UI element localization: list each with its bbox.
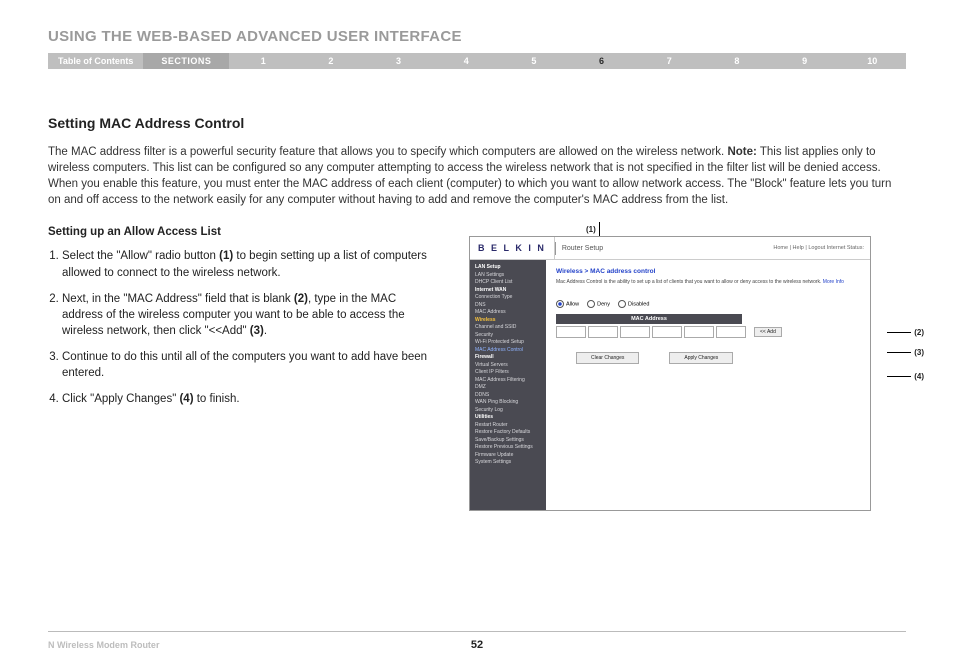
steps-column: Setting up an Allow Access List Select t… — [48, 226, 440, 511]
nav-7[interactable]: 7 — [635, 53, 703, 69]
shot-sidebar: LAN Setup LAN Settings DHCP Client List … — [470, 260, 546, 510]
shot-radio-disabled[interactable]: Disabled — [618, 300, 649, 308]
nav-toc[interactable]: Table of Contents — [48, 53, 143, 69]
shot-mac-cell[interactable] — [652, 326, 682, 338]
page-footer: N Wireless Modem Router 52 — [48, 631, 906, 650]
shot-clear-button[interactable]: Clear Changes — [576, 352, 639, 364]
callout-3: (3) — [887, 348, 924, 357]
intro-paragraph: The MAC address filter is a powerful sec… — [48, 145, 906, 208]
footer-page-number: 52 — [471, 639, 483, 651]
nav-sections-label: SECTIONS — [143, 53, 229, 69]
nav-10[interactable]: 10 — [838, 53, 906, 69]
router-screenshot: B E L K I N Router Setup Home | Help | L… — [469, 236, 871, 511]
intro-note-label: Note: — [727, 146, 756, 158]
shot-main: Wireless > MAC address control Mac Addre… — [546, 260, 870, 510]
callout-1: (1) — [586, 222, 600, 236]
step-3: Continue to do this until all of the com… — [62, 349, 440, 381]
nav-4[interactable]: 4 — [432, 53, 500, 69]
nav-3[interactable]: 3 — [365, 53, 433, 69]
section-nav: Table of Contents SECTIONS 1 2 3 4 5 6 7… — [48, 53, 906, 69]
shot-radio-group: Allow Deny Disabled — [556, 300, 860, 308]
shot-top-links: Home | Help | Logout Internet Status: — [773, 245, 870, 251]
section-title: Setting MAC Address Control — [48, 115, 906, 131]
shot-radio-deny[interactable]: Deny — [587, 300, 610, 308]
step-1: Select the "Allow" radio button (1) to b… — [62, 248, 440, 280]
subheading: Setting up an Allow Access List — [48, 226, 440, 238]
shot-logo: B E L K I N — [470, 237, 555, 259]
shot-mac-cell[interactable] — [620, 326, 650, 338]
intro-text-a: The MAC address filter is a powerful sec… — [48, 146, 727, 158]
steps-list: Select the "Allow" radio button (1) to b… — [48, 248, 440, 407]
shot-breadcrumb: Wireless > MAC address control — [556, 268, 860, 275]
shot-radio-allow[interactable]: Allow — [556, 300, 579, 308]
page-header: USING THE WEB-BASED ADVANCED USER INTERF… — [48, 28, 906, 45]
footer-product: N Wireless Modem Router — [48, 640, 159, 650]
shot-more-info[interactable]: More Info — [823, 279, 844, 285]
shot-desc: Mac Address Control is the ability to se… — [556, 279, 860, 286]
callout-4: (4) — [887, 372, 924, 381]
shot-mac-cell[interactable] — [716, 326, 746, 338]
nav-2[interactable]: 2 — [297, 53, 365, 69]
step-2: Next, in the "MAC Address" field that is… — [62, 291, 440, 339]
nav-6[interactable]: 6 — [568, 53, 636, 69]
shot-mac-cell[interactable] — [556, 326, 586, 338]
callout-2: (2) — [887, 328, 924, 337]
shot-mac-table: MAC Address << Add — [556, 314, 860, 338]
nav-8[interactable]: 8 — [703, 53, 771, 69]
step-4: Click "Apply Changes" (4) to finish. — [62, 391, 440, 407]
shot-add-button[interactable]: << Add — [754, 327, 782, 337]
shot-mac-cell[interactable] — [684, 326, 714, 338]
nav-5[interactable]: 5 — [500, 53, 568, 69]
shot-apply-button[interactable]: Apply Changes — [669, 352, 733, 364]
shot-router-setup: Router Setup — [555, 242, 603, 255]
nav-9[interactable]: 9 — [771, 53, 839, 69]
nav-1[interactable]: 1 — [229, 53, 297, 69]
shot-mac-header: MAC Address — [556, 314, 742, 324]
shot-mac-cell[interactable] — [588, 326, 618, 338]
screenshot-column: (1) B E L K I N Router Setup Home | Help… — [466, 226, 906, 511]
